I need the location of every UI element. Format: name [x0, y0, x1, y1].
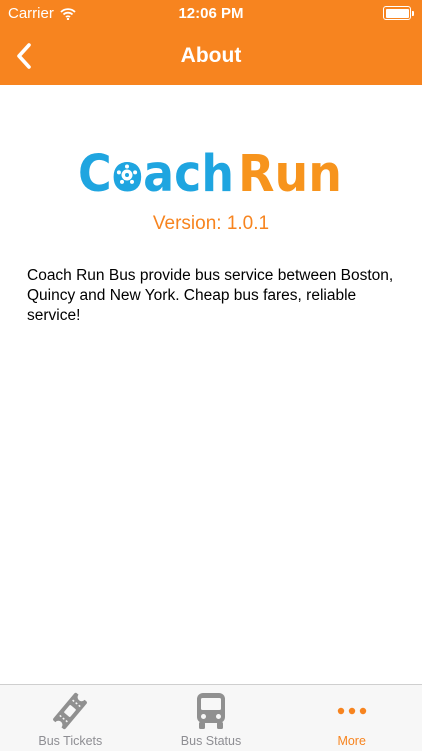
about-description: Coach Run Bus provide bus service betwee…	[27, 267, 394, 324]
wheel-icon	[114, 162, 140, 188]
tab-bus-status[interactable]: Bus Status	[141, 685, 282, 751]
status-bar: Carrier 12:06 PM	[0, 0, 422, 28]
tab-bar: Bus Tickets Bus Status More	[0, 684, 422, 751]
tab-more-label: More	[337, 734, 366, 748]
tab-bus-tickets[interactable]: Bus Tickets	[0, 685, 141, 751]
tab-bus-tickets-label: Bus Tickets	[38, 734, 103, 748]
tab-more[interactable]: More	[281, 685, 422, 751]
nav-bar: About	[0, 28, 422, 85]
battery-group	[379, 6, 414, 20]
status-time: 12:06 PM	[178, 5, 244, 22]
logo-text-coach: Coach	[78, 145, 234, 198]
battery-icon	[383, 6, 411, 20]
ticket-icon	[53, 692, 88, 730]
version-label: Version: 1.0.1	[152, 213, 270, 234]
battery-tip	[412, 10, 414, 16]
coachrun-logo: Coach Run	[78, 145, 342, 198]
page-title: About	[180, 44, 242, 67]
tab-bus-status-label: Bus Status	[180, 734, 242, 748]
more-icon	[337, 707, 366, 715]
logo-text-run: Run	[238, 145, 342, 198]
bus-icon	[197, 693, 225, 729]
